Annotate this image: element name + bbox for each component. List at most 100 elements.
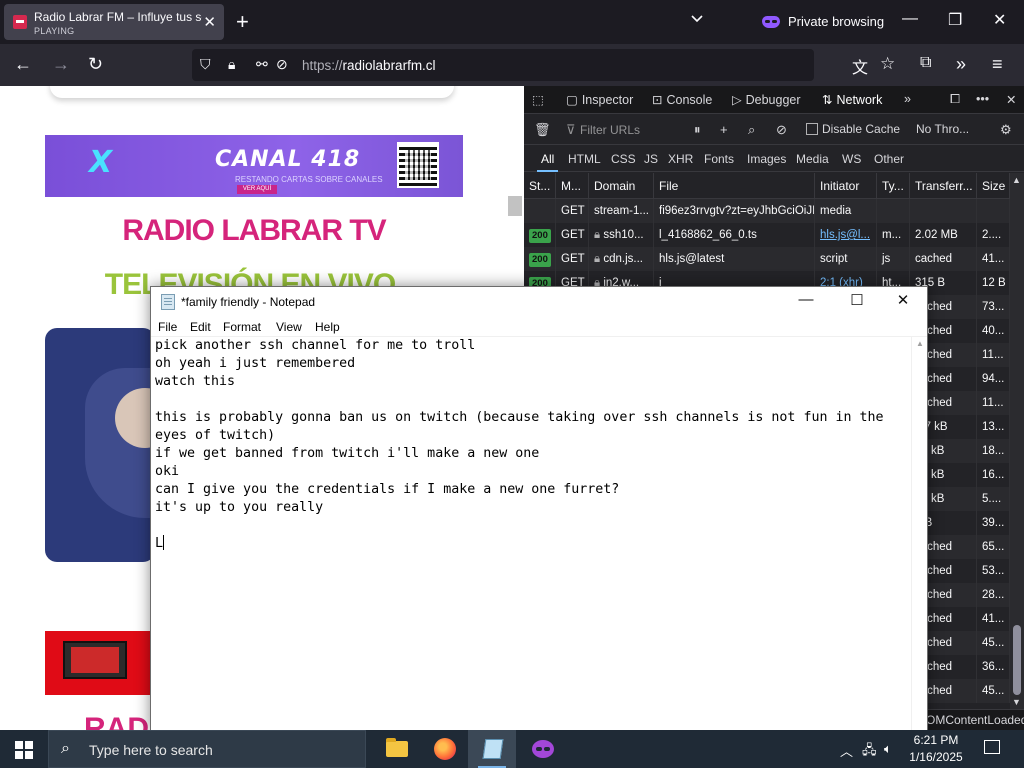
taskbar-clock[interactable]: 6:21 PM 1/16/2025: [906, 732, 966, 766]
tab-network[interactable]: ⇅ Network: [822, 92, 882, 107]
reload-icon[interactable]: ↻: [88, 54, 103, 75]
devtools-menu-icon[interactable]: •••: [976, 92, 989, 106]
page-scrollbar[interactable]: [508, 196, 522, 216]
element-picker-icon[interactable]: ⬚: [532, 92, 544, 107]
url-text[interactable]: https://radiolabrarfm.cl: [302, 58, 436, 73]
cell-type: m...: [877, 223, 910, 247]
menu-file[interactable]: File: [158, 320, 177, 334]
initiator-link[interactable]: hls.js@l...: [820, 229, 870, 241]
filter-media[interactable]: Media: [796, 152, 829, 166]
pause-icon[interactable]: ⏸︎: [694, 122, 701, 138]
dock-options-icon[interactable]: ⧠: [950, 92, 960, 107]
extensions-icon[interactable]: ⧉: [920, 54, 931, 72]
maximize-window-icon[interactable]: ❐: [948, 10, 962, 30]
filter-html[interactable]: HTML: [568, 152, 601, 166]
video-thumbnail[interactable]: [45, 328, 155, 562]
windows-start-icon[interactable]: [15, 741, 33, 759]
notepad-close-icon[interactable]: ✕: [888, 291, 918, 309]
col-transferred[interactable]: Transferr...: [910, 173, 977, 198]
menu-help[interactable]: Help: [315, 320, 340, 334]
col-type[interactable]: Ty...: [877, 173, 910, 198]
banner-button[interactable]: VER AQUÍ: [237, 185, 277, 194]
notepad-window: *family friendly - Notepad — ☐ ✕ File Ed…: [150, 286, 928, 732]
permissions-icon[interactable]: ⚯: [256, 56, 268, 73]
scroll-up-arrow-icon[interactable]: ▲: [1012, 175, 1021, 185]
scroll-down-arrow-icon[interactable]: ▼: [1012, 697, 1021, 707]
col-domain[interactable]: Domain: [589, 173, 654, 198]
close-window-icon[interactable]: ✕: [993, 10, 1006, 30]
close-tab-icon[interactable]: ✕: [203, 13, 216, 31]
overflow-menu-icon[interactable]: »: [956, 54, 966, 75]
menu-edit[interactable]: Edit: [190, 320, 211, 334]
scrollbar-thumb[interactable]: [1013, 625, 1021, 695]
red-promo-card[interactable]: [45, 631, 155, 695]
tab-inspector[interactable]: ▢ Inspector: [566, 92, 633, 107]
minimize-window-icon[interactable]: —: [902, 10, 918, 28]
notepad-text-area[interactable]: pick another ssh channel for me to troll…: [155, 337, 911, 731]
new-tab-icon[interactable]: +: [236, 9, 249, 35]
autoplay-blocked-icon[interactable]: ⊘: [276, 56, 288, 73]
show-hidden-icons-icon[interactable]: ︿: [840, 741, 853, 760]
filter-js[interactable]: JS: [644, 152, 658, 166]
request-list-scrollbar[interactable]: ▲ ▼: [1010, 173, 1024, 709]
filter-all[interactable]: All: [536, 152, 559, 172]
menu-view[interactable]: View: [276, 320, 302, 334]
col-size[interactable]: Size: [977, 173, 1010, 198]
volume-icon[interactable]: 🔈︎: [884, 741, 892, 757]
taskbar-firefox-private[interactable]: [518, 730, 566, 768]
menu-format[interactable]: Format: [223, 320, 261, 334]
request-row[interactable]: 200 GET 🔒︎ cdn.js... hls.js@latest script js c…: [524, 247, 1010, 271]
disable-cache-checkbox[interactable]: Disable Cache: [806, 122, 900, 136]
throttling-select[interactable]: No Thro...: [916, 122, 969, 136]
xtrema-banner[interactable]: X CANAL 418 RESTANDO CARTAS SOBRE CANALE…: [45, 135, 463, 197]
add-request-icon[interactable]: +: [720, 122, 728, 137]
list-all-tabs-icon[interactable]: [690, 12, 704, 26]
clear-requests-icon[interactable]: 🗑︎: [534, 122, 551, 138]
notepad-scroll-up-icon[interactable]: ▲: [916, 339, 924, 348]
col-initiator[interactable]: Initiator: [815, 173, 877, 198]
col-method[interactable]: M...: [556, 173, 589, 198]
taskbar-search-box[interactable]: ⌕ Type here to search: [48, 730, 366, 768]
clock-date: 1/16/2025: [909, 750, 963, 764]
notifications-icon[interactable]: [984, 740, 1000, 754]
search-icon[interactable]: ⌕: [748, 122, 755, 138]
notepad-maximize-icon[interactable]: ☐: [842, 291, 872, 309]
tab-debugger[interactable]: ▷ Debugger: [732, 92, 801, 107]
translate-icon[interactable]: 文: [852, 54, 868, 78]
request-row[interactable]: 200 GET 🔒︎ ssh10... l_4168862_66_0.ts hls.js…: [524, 223, 1010, 247]
tracking-protection-shield-icon[interactable]: ⛉: [200, 56, 211, 73]
forward-arrow-icon[interactable]: →: [52, 54, 70, 75]
more-tabs-icon[interactable]: »: [904, 92, 911, 106]
url-bar[interactable]: ⛉ 🔒︎ ⚯ ⊘ https://radiolabrarfm.cl: [192, 49, 814, 81]
back-arrow-icon[interactable]: ←: [14, 54, 32, 75]
cell-file: l_4168862_66_0.ts: [654, 223, 815, 247]
banner-subtitle: RESTANDO CARTAS SOBRE CANALES: [235, 175, 383, 184]
filter-other[interactable]: Other: [874, 152, 904, 166]
col-status[interactable]: St...: [524, 173, 556, 198]
notepad-minimize-icon[interactable]: —: [791, 291, 821, 308]
network-settings-gear-icon[interactable]: ⚙: [1000, 122, 1012, 138]
col-file[interactable]: File: [654, 173, 815, 198]
request-table-header: St... M... Domain File Initiator Ty... T…: [524, 173, 1024, 199]
close-devtools-icon[interactable]: ✕: [1006, 92, 1016, 107]
filter-urls-input[interactable]: Filter URLs: [580, 123, 640, 137]
filter-ws[interactable]: WS: [842, 152, 861, 166]
lock-icon[interactable]: 🔒︎: [228, 56, 235, 73]
request-row[interactable]: GET stream-1... fi96ez3rrvgtv?zt=eyJhbGciO…: [524, 199, 1010, 223]
cell-size: 40...: [977, 319, 1010, 343]
notepad-scrollbar[interactable]: ▲: [911, 337, 927, 731]
taskbar-notepad[interactable]: [468, 730, 516, 768]
filter-images[interactable]: Images: [747, 152, 786, 166]
block-requests-icon[interactable]: ⊘: [776, 122, 787, 138]
taskbar-firefox[interactable]: [420, 730, 468, 768]
hamburger-menu-icon[interactable]: ≡: [992, 54, 1003, 75]
network-icon[interactable]: 🖧︎: [862, 741, 877, 763]
browser-tab-active[interactable]: Radio Labrar FM – Influye tus se PLAYING…: [4, 4, 224, 40]
filter-css[interactable]: CSS: [611, 152, 636, 166]
filter-fonts[interactable]: Fonts: [704, 152, 734, 166]
notepad-title-bar[interactable]: *family friendly - Notepad — ☐ ✕: [151, 287, 927, 317]
taskbar-file-explorer[interactable]: [372, 730, 420, 768]
tab-console[interactable]: ⊡ Console: [652, 92, 712, 107]
filter-xhr[interactable]: XHR: [668, 152, 693, 166]
bookmark-star-icon[interactable]: ☆: [880, 54, 895, 74]
